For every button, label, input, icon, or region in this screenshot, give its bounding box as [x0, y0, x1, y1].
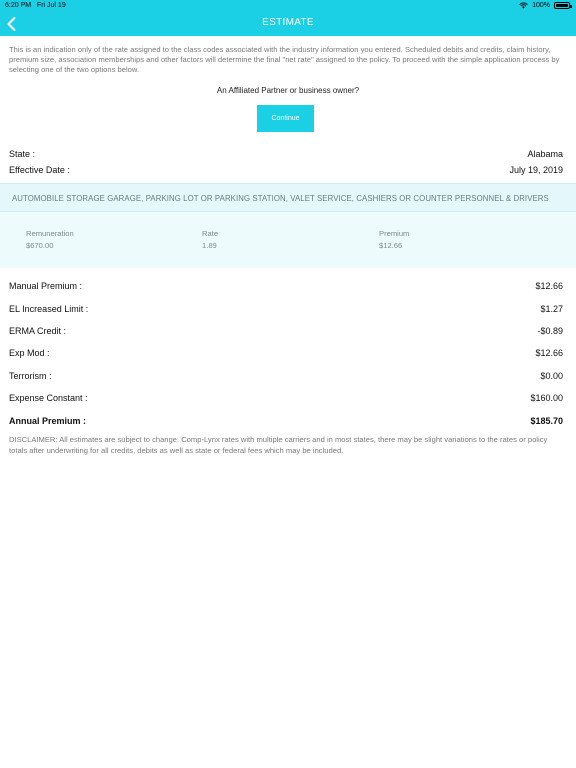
row-value: $1.27 [540, 303, 563, 314]
navigation-bar: 6:20 PM Fri Jul 19 100% ESTIMATE [0, 0, 576, 36]
row-value: $0.00 [540, 370, 563, 381]
row-label: ERMA Credit : [9, 325, 67, 336]
row-value: -$0.89 [537, 325, 563, 336]
state-row: State : Alabama [9, 149, 563, 159]
effective-date-label: Effective Date : [9, 165, 70, 175]
row-value: $12.66 [535, 281, 563, 292]
el-increased-limit-row: EL Increased Limit : $1.27 [9, 297, 563, 319]
row-label: Annual Premium : [9, 415, 87, 426]
premium-breakdown: Manual Premium : $12.66 EL Increased Lim… [9, 275, 563, 432]
expense-constant-row: Expense Constant : $160.00 [9, 387, 563, 409]
battery-icon [554, 2, 572, 9]
status-date: Fri Jul 19 [36, 2, 66, 9]
row-label: Terrorism : [9, 370, 52, 381]
annual-premium-row: Annual Premium : $185.70 [9, 409, 563, 431]
status-indicators: 100% [519, 2, 572, 9]
status-clock: 6:20 PM [5, 2, 32, 9]
intro-text: This is an indication only of the rate a… [9, 45, 560, 74]
remuneration-label: Remuneration [26, 229, 74, 238]
terrorism-row: Terrorism : $0.00 [9, 365, 563, 387]
row-label: Manual Premium : [9, 281, 83, 292]
row-label: Expense Constant : [9, 393, 88, 404]
state-label: State : [9, 149, 36, 159]
continue-button[interactable]: Continue [257, 105, 314, 132]
status-time: 6:20 PM Fri Jul 19 [5, 2, 66, 9]
effective-date-row: Effective Date : July 19, 2019 [9, 165, 563, 175]
partner-question: An Affiliated Partner or business owner? [216, 86, 360, 95]
row-value: $185.70 [530, 415, 563, 426]
battery-percent: 100% [532, 2, 550, 9]
class-code-rates: Remuneration $670.00 Rate 1.89 Premium $… [0, 212, 576, 268]
premium-value: $12.66 [379, 241, 403, 250]
state-value: Alabama [527, 149, 563, 159]
row-value: $160.00 [530, 393, 563, 404]
disclaimer-text: DISCLAIMER: All estimates are subject to… [9, 435, 548, 455]
exp-mod-row: Exp Mod : $12.66 [9, 342, 563, 364]
row-value: $12.66 [535, 348, 563, 359]
class-code-header: AUTOMOBILE STORAGE GARAGE, PARKING LOT O… [0, 183, 576, 212]
rate-value: 1.89 [202, 241, 217, 250]
rate-column: Rate 1.89 [202, 229, 218, 250]
premium-column: Premium $12.66 [379, 229, 409, 250]
class-code-description: AUTOMOBILE STORAGE GARAGE, PARKING LOT O… [12, 194, 549, 203]
remuneration-column: Remuneration $670.00 [26, 229, 74, 250]
erma-credit-row: ERMA Credit : -$0.89 [9, 320, 563, 342]
row-label: Exp Mod : [9, 348, 50, 359]
effective-date-value: July 19, 2019 [509, 165, 563, 175]
page-title: ESTIMATE [262, 17, 314, 28]
remuneration-value: $670.00 [26, 241, 54, 250]
row-label: EL Increased Limit : [9, 303, 89, 314]
manual-premium-row: Manual Premium : $12.66 [9, 275, 563, 297]
wifi-icon [519, 2, 528, 9]
premium-label: Premium [379, 229, 410, 238]
rate-label: Rate [202, 229, 219, 238]
